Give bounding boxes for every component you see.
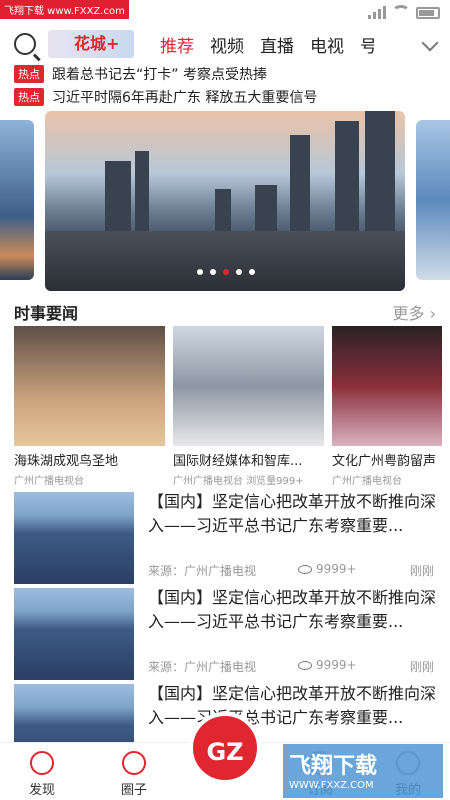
tab-recommend[interactable]: 推荐 xyxy=(160,32,194,57)
card-title: 海珠湖成观鸟圣地 xyxy=(14,454,119,469)
brand-logo: 花城+ xyxy=(48,30,134,58)
hot-item[interactable]: 热点 跟着总书记去“打卡” 考察点受热捧 xyxy=(14,64,267,84)
hot-badge: 热点 xyxy=(14,65,44,83)
carousel-dot[interactable] xyxy=(210,269,216,275)
card-image xyxy=(332,326,442,446)
chevron-right-icon: › xyxy=(429,304,436,323)
status-bar: 飞翔下载 www.FXXZ.com xyxy=(0,0,450,28)
watermark-top: 飞翔下载 www.FXXZ.com xyxy=(0,0,129,19)
news-thumbnail xyxy=(14,684,134,742)
carousel-banner[interactable] xyxy=(45,111,405,291)
nav-discover[interactable]: 发现 xyxy=(12,751,72,798)
center-home-button[interactable]: GZ xyxy=(189,712,261,784)
news-time: 刚刚 xyxy=(409,660,434,674)
tab-live[interactable]: 直播 xyxy=(260,32,294,57)
hot-headline[interactable]: 习近平时隔6年再赴广东 释放五大重要信号 xyxy=(52,87,317,107)
news-views: 9999+ xyxy=(298,562,357,576)
section-title: 时事要闻 xyxy=(14,304,79,323)
chevron-down-icon[interactable] xyxy=(421,34,439,52)
eye-icon xyxy=(298,661,312,670)
card-title: 文化广州粤韵留声 xyxy=(332,454,437,469)
news-title: 【国内】坚定信心把改革开放不断推向深入——习近平总书记广东考察重要... xyxy=(148,492,437,535)
news-source: 来源：广州广播电视 xyxy=(148,660,257,674)
carousel-next-slide[interactable] xyxy=(416,120,450,280)
news-thumbnail xyxy=(14,588,134,680)
news-item[interactable]: 【国内】坚定信心把改革开放不断推向深入——习近平总书记广东考察重要... 来源：… xyxy=(14,492,436,584)
carousel-dot[interactable] xyxy=(236,269,242,275)
carousel-prev-slide[interactable] xyxy=(0,120,34,280)
top-nav: 花城+ 推荐 视频 直播 电视 号 xyxy=(0,28,450,60)
news-time: 刚刚 xyxy=(409,564,434,578)
card-title: 国际财经媒体和智库... xyxy=(173,454,303,469)
status-icons xyxy=(368,5,440,19)
carousel-dot[interactable] xyxy=(223,269,229,275)
signal-icon xyxy=(368,6,386,19)
featured-card[interactable]: 海珠湖成观鸟圣地 广州广播电视台 xyxy=(14,326,165,487)
tab-account[interactable]: 号 xyxy=(360,32,374,57)
card-source: 广州广播电视台 xyxy=(332,476,402,487)
more-link[interactable]: 更多 › xyxy=(392,300,436,324)
tab-tv[interactable]: 电视 xyxy=(310,32,344,57)
eye-icon xyxy=(298,565,312,574)
featured-cards: 海珠湖成观鸟圣地 广州广播电视台 国际财经媒体和智库... 广州广播电视台 浏览… xyxy=(14,326,442,487)
music-note-icon xyxy=(122,751,146,775)
section-header: 时事要闻 更多 › xyxy=(14,300,436,324)
discover-icon xyxy=(30,751,54,775)
tab-video[interactable]: 视频 xyxy=(210,32,244,57)
wifi-icon xyxy=(392,5,410,19)
news-views: 9999+ xyxy=(298,658,357,672)
channel-tabs: 推荐 视频 直播 电视 号 xyxy=(160,32,374,57)
battery-icon xyxy=(416,7,440,19)
featured-card[interactable]: 文化广州粤韵留声 广州广播电视台 xyxy=(332,326,442,487)
card-source: 广州广播电视台 xyxy=(14,476,84,487)
featured-card[interactable]: 国际财经媒体和智库... 广州广播电视台 浏览量999+ xyxy=(173,326,324,487)
hot-headline[interactable]: 跟着总书记去“打卡” 考察点受热捧 xyxy=(52,64,267,84)
nav-circle[interactable]: 圈子 xyxy=(104,751,164,798)
card-image xyxy=(173,326,324,446)
news-item[interactable]: 【国内】坚定信心把改革开放不断推向深入——习近平总书记广东考察重要... 来源：… xyxy=(14,588,436,680)
card-meta: 广州广播电视台 浏览量999+ xyxy=(173,476,304,487)
news-thumbnail xyxy=(14,492,134,584)
news-source: 来源：广州广播电视 xyxy=(148,564,257,578)
carousel-dot[interactable] xyxy=(249,269,255,275)
hot-badge: 热点 xyxy=(14,88,44,106)
news-title: 【国内】坚定信心把改革开放不断推向深入——习近平总书记广东考察重要... xyxy=(148,588,437,631)
watermark-bottom: 飞翔下载 WWW.FXXZ.COM xyxy=(283,744,443,798)
carousel-dot[interactable] xyxy=(197,269,203,275)
carousel-dots xyxy=(197,269,255,275)
search-icon[interactable] xyxy=(14,33,36,55)
news-title: 【国内】坚定信心把改革开放不断推向深入——习近平总书记广东考察重要... xyxy=(148,684,436,727)
card-image xyxy=(14,326,165,446)
hot-item[interactable]: 热点 习近平时隔6年再赴广东 释放五大重要信号 xyxy=(14,87,317,107)
